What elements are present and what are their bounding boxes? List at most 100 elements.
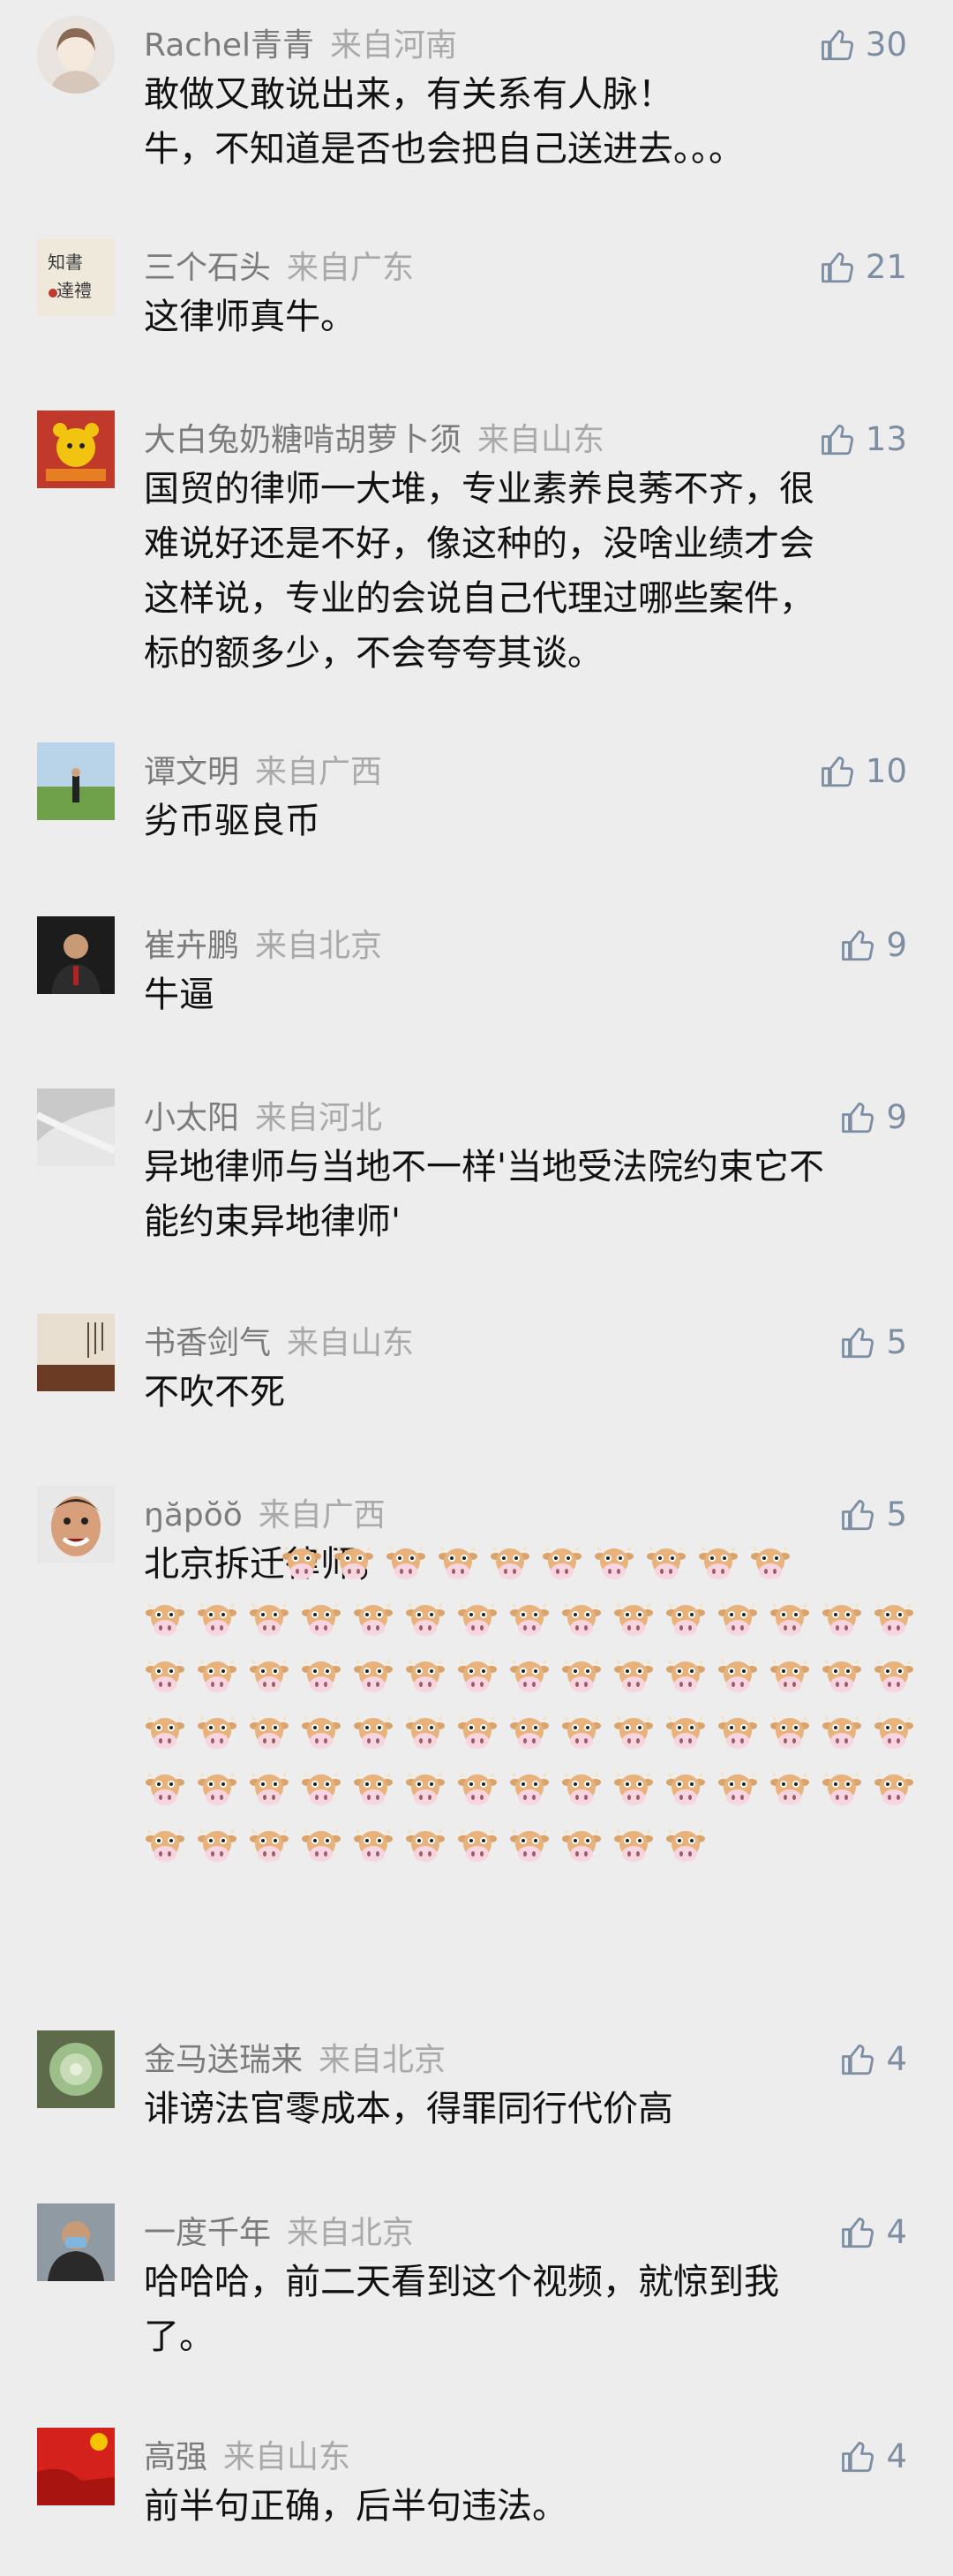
like-button[interactable]: 5 xyxy=(840,1321,907,1365)
like-count: 9 xyxy=(886,926,907,964)
thumbs-up-icon xyxy=(842,1102,874,1134)
avatar[interactable] xyxy=(37,1486,115,1563)
cow-face-icon xyxy=(456,1768,499,1811)
cow-face-icon xyxy=(196,1655,238,1698)
user-name[interactable]: 崔卉鹏 xyxy=(144,928,239,964)
cow-face-icon xyxy=(404,1655,446,1698)
comment-line: 不吹不死 xyxy=(144,1372,285,1412)
comment-meta: 金马送瑞来 来自北京 xyxy=(144,2041,446,2080)
comment-line: 了。 xyxy=(144,2316,214,2357)
cow-face-icon xyxy=(873,1712,915,1754)
cow-face-icon xyxy=(300,1768,342,1811)
user-name[interactable]: 谭文明 xyxy=(144,754,239,790)
user-name[interactable]: 大白兔奶糖啃胡萝卜须 xyxy=(144,422,461,458)
user-location: 来自山东 xyxy=(287,1325,415,1361)
cow-face-icon xyxy=(821,1768,863,1811)
comment-line: 诽谤法官零成本，得罪同行代价高 xyxy=(144,2089,673,2129)
like-button[interactable]: 4 xyxy=(840,2435,907,2479)
user-location: 来自广西 xyxy=(255,754,383,790)
comment-text: 诽谤法官零成本，得罪同行代价高 xyxy=(144,2082,920,2136)
cow-face-icon xyxy=(821,1655,863,1698)
thumbs-up-icon xyxy=(842,1327,874,1359)
cow-face-icon xyxy=(281,1542,323,1585)
comment-text: 牛逼 xyxy=(144,968,920,1022)
cow-face-icon xyxy=(300,1825,342,1867)
cow-face-icon xyxy=(593,1542,635,1585)
cow-face-icon xyxy=(612,1768,655,1811)
like-button[interactable]: 4 xyxy=(840,2211,907,2255)
cow-emoji-group xyxy=(144,1537,920,1978)
cow-face-icon xyxy=(196,1825,238,1867)
like-button[interactable]: 9 xyxy=(840,1096,907,1140)
cow-face-icon xyxy=(769,1768,811,1811)
svg-text:達禮: 達禮 xyxy=(56,280,92,301)
comment-meta: 小太阳 来自河北 xyxy=(144,1099,382,1138)
cow-face-icon xyxy=(437,1542,479,1585)
user-name[interactable]: 高强 xyxy=(144,2439,207,2475)
cow-face-icon xyxy=(821,1599,863,1641)
cow-face-icon xyxy=(248,1825,290,1867)
comment-line: 前半句正确，后半句违法。 xyxy=(144,2486,567,2527)
cow-face-icon xyxy=(456,1599,499,1641)
like-button[interactable]: 5 xyxy=(840,1493,907,1537)
cow-face-icon xyxy=(612,1599,655,1641)
comment-line: 敢做又敢说出来，有关系有人脉！ xyxy=(144,74,673,115)
user-name[interactable]: 小太阳 xyxy=(144,1100,239,1136)
like-count: 30 xyxy=(865,26,907,64)
comment-meta: ŋăpŏŏ 来自广西 xyxy=(144,1496,386,1535)
cow-face-icon xyxy=(248,1712,290,1754)
cow-face-icon xyxy=(560,1712,603,1754)
avatar[interactable] xyxy=(37,916,115,994)
user-name[interactable]: Rachel青青 xyxy=(144,27,314,64)
like-button[interactable]: 30 xyxy=(820,23,907,67)
user-name[interactable]: 一度千年 xyxy=(144,2215,271,2251)
comment-meta: 三个石头 来自广东 xyxy=(144,249,414,288)
cow-face-icon xyxy=(508,1712,551,1754)
cow-face-icon xyxy=(645,1542,687,1585)
like-count: 21 xyxy=(865,248,907,286)
cow-face-icon xyxy=(612,1655,655,1698)
like-button[interactable]: 4 xyxy=(840,2037,907,2082)
cow-face-icon xyxy=(404,1599,446,1641)
user-location: 来自北京 xyxy=(287,2215,415,2251)
like-count: 13 xyxy=(865,420,907,458)
cow-face-icon xyxy=(664,1768,707,1811)
user-name[interactable]: 金马送瑞来 xyxy=(144,2042,303,2078)
cow-face-icon xyxy=(612,1712,655,1754)
like-count: 9 xyxy=(886,1098,907,1136)
cow-face-icon xyxy=(352,1825,394,1867)
avatar[interactable] xyxy=(37,2030,115,2108)
cow-face-icon xyxy=(873,1768,915,1811)
user-name[interactable]: ŋăpŏŏ xyxy=(144,1497,243,1533)
avatar[interactable] xyxy=(37,2428,115,2505)
avatar[interactable]: 知書 達禮 xyxy=(37,238,115,316)
cow-face-icon xyxy=(769,1655,811,1698)
avatar[interactable] xyxy=(37,411,115,488)
user-name[interactable]: 书香剑气 xyxy=(144,1325,271,1361)
thumbs-up-icon xyxy=(842,2217,874,2248)
avatar[interactable] xyxy=(37,16,115,94)
like-button[interactable]: 10 xyxy=(820,749,907,794)
avatar[interactable] xyxy=(37,1314,115,1391)
cow-face-icon xyxy=(196,1768,238,1811)
cow-face-icon xyxy=(717,1599,759,1641)
comment-line: 这律师真牛。 xyxy=(144,297,356,337)
cow-face-icon xyxy=(717,1712,759,1754)
cow-face-icon xyxy=(404,1712,446,1754)
like-button[interactable]: 21 xyxy=(820,245,907,290)
comment-line: 牛逼 xyxy=(144,975,214,1015)
like-button[interactable]: 9 xyxy=(840,923,907,968)
cow-face-icon xyxy=(560,1825,603,1867)
cow-face-icon xyxy=(404,1825,446,1867)
avatar[interactable] xyxy=(37,1088,115,1166)
avatar[interactable] xyxy=(37,2203,115,2281)
comment-meta: 谭文明 来自广西 xyxy=(144,753,382,792)
like-button[interactable]: 13 xyxy=(820,418,907,462)
cow-face-icon xyxy=(541,1542,583,1585)
like-count: 5 xyxy=(886,1495,907,1533)
comment-text: 国贸的律师一大堆，专业素养良莠不齐，很 难说好还是不好，像这种的，没啥业绩才会 这样… xyxy=(144,462,920,681)
user-name[interactable]: 三个石头 xyxy=(144,250,271,286)
avatar[interactable] xyxy=(37,742,115,820)
comment-meta: 崔卉鹏 来自北京 xyxy=(144,927,382,966)
comment-text: 这律师真牛。 xyxy=(144,290,920,344)
